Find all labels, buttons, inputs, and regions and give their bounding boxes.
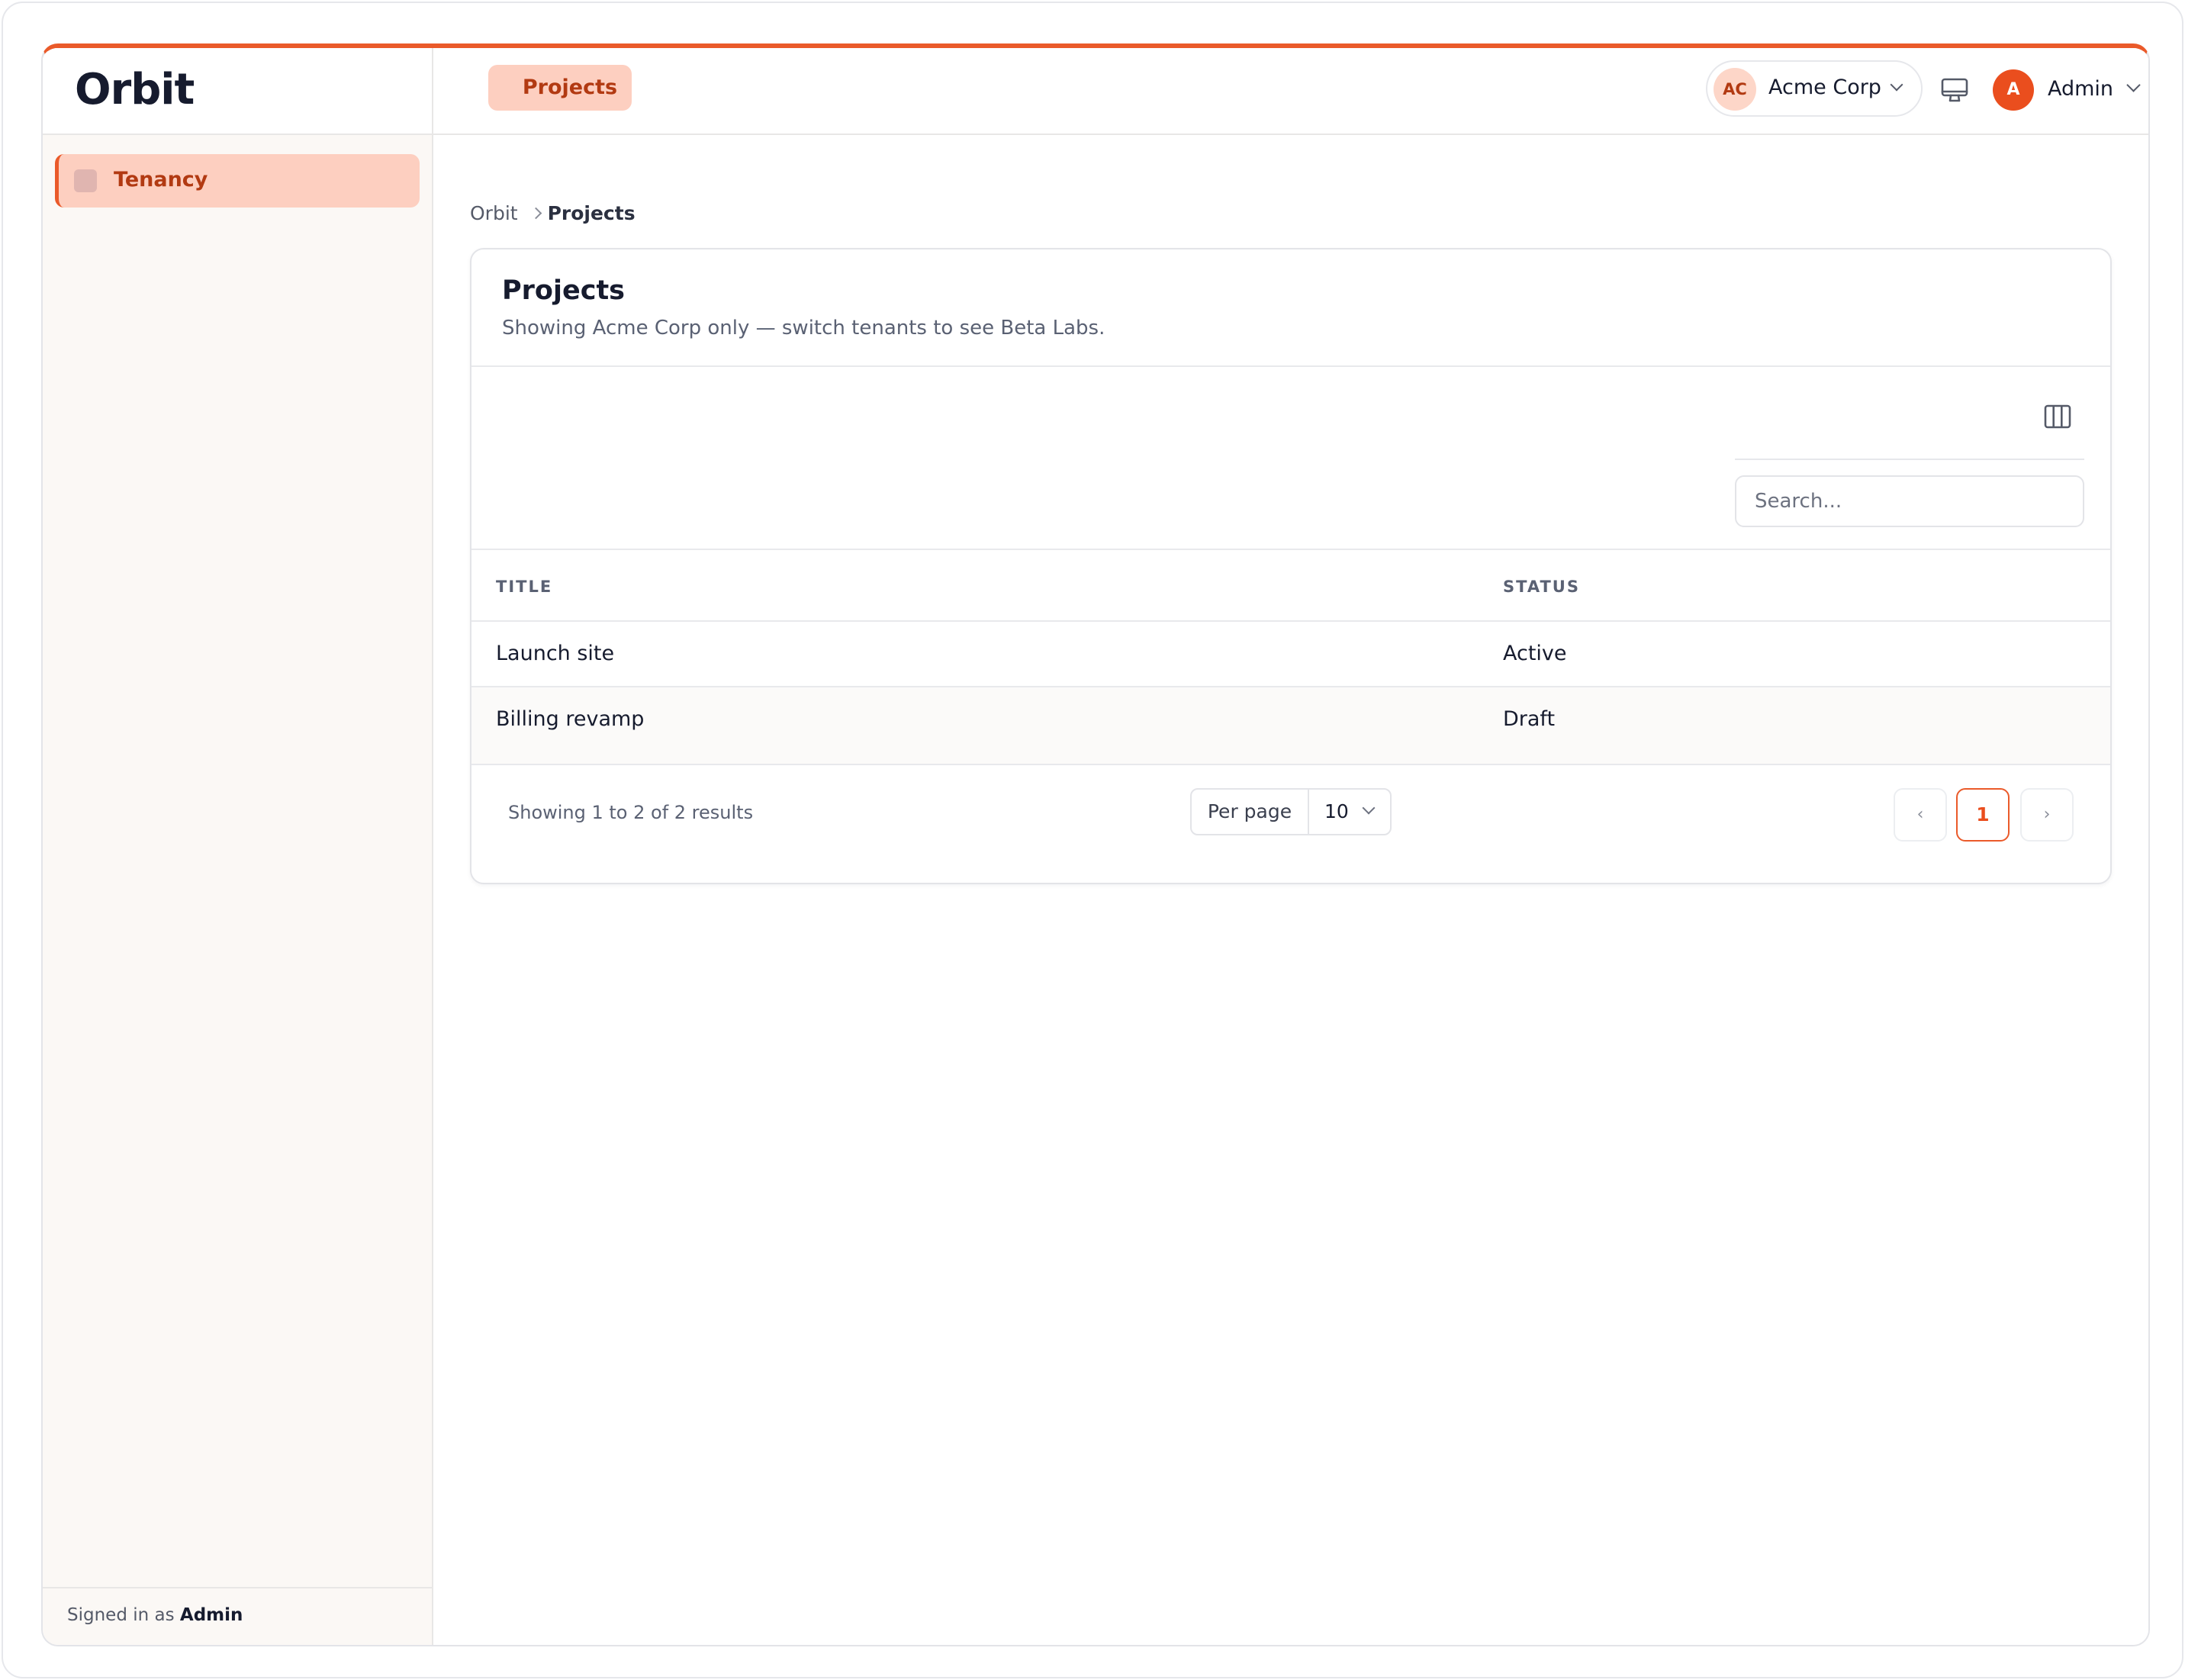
columns-icon[interactable] <box>2043 404 2072 430</box>
sidebar-item-label: Tenancy <box>114 168 208 191</box>
brand-header: Orbit <box>43 48 432 135</box>
card-header: Projects Showing Acme Corp only — switch… <box>471 249 2110 367</box>
next-page-button[interactable]: › <box>2020 788 2074 842</box>
top-bar: Projects AC Acme Corp A Admin <box>433 48 2148 135</box>
chevron-down-icon <box>1362 801 1376 815</box>
breadcrumb: Orbit Projects <box>470 202 636 224</box>
tab-projects[interactable]: Projects <box>488 65 632 111</box>
column-header-status[interactable]: STATUS <box>1503 578 1580 596</box>
tenant-avatar: AC <box>1714 68 1756 111</box>
sidebar-footer: Signed in as Admin <box>43 1587 432 1645</box>
per-page-label: Per page <box>1192 790 1309 834</box>
user-menu[interactable]: A Admin <box>1993 65 2145 114</box>
square-icon <box>74 169 97 192</box>
tenant-switcher[interactable]: AC Acme Corp <box>1706 60 1923 117</box>
brand-logo[interactable]: Orbit <box>75 65 195 114</box>
per-page-select[interactable]: 10 <box>1309 790 1390 834</box>
cell-status: Active <box>1503 642 1567 665</box>
breadcrumb-current: Projects <box>547 202 636 224</box>
chevron-down-icon <box>1890 78 1903 92</box>
monitor-icon[interactable] <box>1939 76 1970 106</box>
per-page-control: Per page 10 <box>1190 788 1392 835</box>
search-input[interactable] <box>1735 475 2084 527</box>
signed-in-text: Signed in as Admin <box>67 1605 243 1625</box>
app-frame: Orbit Tenancy Signed in as Admin Project… <box>41 43 2150 1646</box>
signed-in-prefix: Signed in as <box>67 1605 175 1625</box>
breadcrumb-root[interactable]: Orbit <box>470 202 518 224</box>
tenant-name: Acme Corp <box>1768 76 1881 99</box>
sidebar-item-tenancy[interactable]: Tenancy <box>55 154 420 208</box>
page-title: Projects <box>502 275 626 306</box>
pagination: Showing 1 to 2 of 2 results Per page 10 … <box>471 765 2110 883</box>
projects-card: Projects Showing Acme Corp only — switch… <box>470 248 2112 884</box>
signed-in-user: Admin <box>179 1605 243 1625</box>
prev-page-button[interactable]: ‹ <box>1894 788 1947 842</box>
column-header-title[interactable]: TITLE <box>496 578 552 596</box>
cell-title: Launch site <box>496 642 615 665</box>
app-window: Orbit Tenancy Signed in as Admin Project… <box>2 2 2183 1678</box>
results-summary: Showing 1 to 2 of 2 results <box>508 802 754 823</box>
page-subtitle: Showing Acme Corp only — switch tenants … <box>502 317 1105 340</box>
toolbar-divider <box>1735 459 2084 460</box>
chevron-right-icon <box>529 207 542 220</box>
table-row[interactable]: Launch site Active <box>471 622 2110 687</box>
cell-status: Draft <box>1503 707 1556 731</box>
cell-title: Billing revamp <box>496 707 645 731</box>
sidebar: Orbit Tenancy Signed in as Admin <box>43 48 433 1645</box>
per-page-value: 10 <box>1324 800 1349 822</box>
projects-table: TITLE STATUS Launch site Active Billing … <box>471 550 2110 765</box>
table-toolbar <box>471 367 2110 550</box>
page-1-button[interactable]: 1 <box>1956 788 2010 842</box>
chevron-down-icon <box>2126 78 2141 92</box>
table-header: TITLE STATUS <box>471 550 2110 622</box>
user-avatar: A <box>1993 69 2034 111</box>
user-name: Admin <box>2048 77 2114 101</box>
table-row[interactable]: Billing revamp Draft <box>471 687 2110 765</box>
main-content: Orbit Projects Projects Showing Acme Corp… <box>433 137 2148 1645</box>
